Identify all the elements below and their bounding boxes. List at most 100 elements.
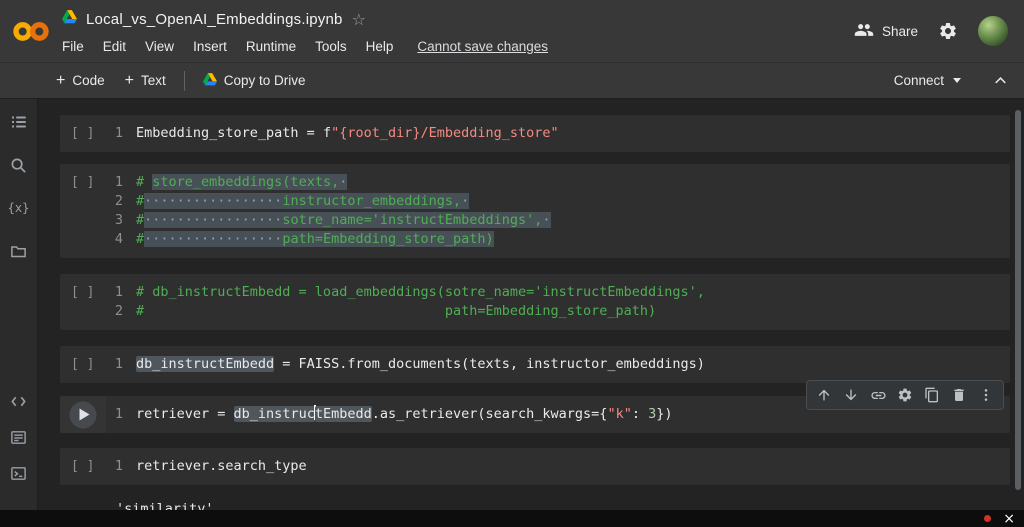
vertical-scrollbar[interactable] xyxy=(1015,110,1021,490)
line-number: 1 xyxy=(106,405,123,424)
cell-editor[interactable]: 1 # store_embeddings(texts,· 2 #···········… xyxy=(106,173,1010,249)
code-cell[interactable]: [ ]1 # db_instructEmbedd = load_embedding… xyxy=(60,274,1010,330)
add-code-button[interactable]: + Code xyxy=(46,69,115,93)
menu-edit[interactable]: Edit xyxy=(103,37,126,56)
menu-view[interactable]: View xyxy=(145,37,174,56)
move-up-icon[interactable] xyxy=(812,383,836,407)
notebook-area: [ ]1Embedding_store_path = f"{root_dir}/… xyxy=(38,99,1024,527)
code-cell[interactable]: [ ]1db_instructEmbedd = FAISS.from_docum… xyxy=(60,346,1010,383)
mirror-cell-icon[interactable] xyxy=(920,383,944,407)
title-block: Local_vs_OpenAI_Embeddings.ipynb ☆ File E… xyxy=(62,0,548,56)
menu-bar: File Edit View Insert Runtime Tools Help Canno… xyxy=(62,37,548,56)
plus-icon: + xyxy=(125,73,134,89)
cell-editor[interactable]: 1retriever.search_type xyxy=(106,457,1010,476)
play-icon xyxy=(80,409,90,421)
line-number: 2 xyxy=(106,192,123,211)
line-number: 1 xyxy=(106,173,123,192)
line-number: 1 xyxy=(106,283,123,302)
link-icon[interactable] xyxy=(866,383,890,407)
move-down-icon[interactable] xyxy=(839,383,863,407)
copy-to-drive-label: Copy to Drive xyxy=(224,73,306,88)
line-number: 1 xyxy=(106,355,123,374)
code-line: 1db_instructEmbedd = FAISS.from_document… xyxy=(106,355,1010,374)
code-text: retriever = db_instructEmbedd.as_retriev… xyxy=(136,405,673,424)
code-line: 1 # store_embeddings(texts,· xyxy=(106,173,1010,192)
colab-logo[interactable] xyxy=(0,0,62,62)
drive-file-icon xyxy=(62,10,77,29)
menu-insert[interactable]: Insert xyxy=(193,37,227,56)
code-snippets-icon[interactable] xyxy=(6,388,32,414)
code-text: # store_embeddings(texts,· xyxy=(136,173,347,192)
cell-list: [ ]1Embedding_store_path = f"{root_dir}/… xyxy=(60,115,1010,519)
command-palette-icon[interactable] xyxy=(6,424,32,450)
copy-to-drive-button[interactable]: Copy to Drive xyxy=(193,69,316,93)
left-sidebar: {x} xyxy=(0,99,38,510)
collapse-header-button[interactable] xyxy=(991,71,1010,90)
code-cell[interactable]: [ ]1Embedding_store_path = f"{root_dir}/… xyxy=(60,115,1010,152)
run-cell-button[interactable] xyxy=(70,401,97,428)
code-text: #·················sotre_name='instructEm… xyxy=(136,211,551,230)
code-cell-active[interactable]: 1 retriever = db_instructEmbedd.as_retrie… xyxy=(60,396,1010,433)
recording-dot-icon xyxy=(984,515,991,522)
cell-gutter: [ ] xyxy=(60,283,106,321)
menu-file[interactable]: File xyxy=(62,37,84,56)
notebook-title[interactable]: Local_vs_OpenAI_Embeddings.ipynb xyxy=(86,11,343,28)
line-number: 1 xyxy=(106,457,123,476)
plus-icon: + xyxy=(56,73,65,89)
code-text: #·················path=Embedding_store_p… xyxy=(136,230,494,249)
caret-down-icon xyxy=(953,78,961,83)
line-number: 4 xyxy=(106,230,123,249)
cell-gutter xyxy=(60,396,106,433)
run-cell-bracket[interactable]: [ ] xyxy=(60,124,106,143)
notebook-toolbar: + Code + Text Copy to Drive Connect xyxy=(0,62,1024,99)
settings-icon[interactable] xyxy=(893,383,917,407)
share-label: Share xyxy=(882,24,918,39)
code-line: 1 # db_instructEmbedd = load_embeddings(s… xyxy=(106,283,1010,302)
menu-tools[interactable]: Tools xyxy=(315,37,347,56)
line-number: 2 xyxy=(106,302,123,321)
files-icon[interactable] xyxy=(6,238,32,264)
code-text: # path=Embedding_store_path) xyxy=(136,302,656,321)
cell-editor[interactable]: 1 # db_instructEmbedd = load_embeddings(s… xyxy=(106,283,1010,321)
table-of-contents-icon[interactable] xyxy=(6,109,32,135)
run-cell-bracket[interactable]: [ ] xyxy=(60,457,106,476)
code-cell[interactable]: [ ]1retriever.search_type xyxy=(60,448,1010,485)
run-cell-bracket[interactable]: [ ] xyxy=(60,355,106,374)
people-icon xyxy=(854,20,874,43)
colab-infinity-icon xyxy=(11,18,51,45)
variables-icon[interactable]: {x} xyxy=(6,195,32,221)
header-actions: Share xyxy=(854,0,1024,62)
delete-icon[interactable] xyxy=(947,383,971,407)
chevron-up-icon xyxy=(991,71,1010,90)
code-line: 1Embedding_store_path = f"{root_dir}/Emb… xyxy=(106,124,1010,143)
share-button[interactable]: Share xyxy=(854,20,918,43)
star-icon[interactable]: ☆ xyxy=(352,10,366,29)
connect-label: Connect xyxy=(894,73,944,88)
code-line: 3 #·················sotre_name='instructE… xyxy=(106,211,1010,230)
search-icon[interactable] xyxy=(6,152,32,178)
user-avatar[interactable] xyxy=(978,16,1008,46)
cell-gutter: [ ] xyxy=(60,457,106,476)
output-panel-bar: × xyxy=(0,510,1024,527)
code-text: # db_instructEmbedd = load_embeddings(so… xyxy=(136,283,705,302)
terminal-icon[interactable] xyxy=(6,460,32,486)
code-line: 2 # path=Embedding_store_path) xyxy=(106,302,1010,321)
menu-help[interactable]: Help xyxy=(366,37,394,56)
cell-toolbar xyxy=(806,380,1004,410)
more-icon[interactable] xyxy=(974,383,998,407)
add-text-button[interactable]: + Text xyxy=(115,69,176,93)
run-cell-bracket[interactable]: [ ] xyxy=(60,283,106,302)
settings-gear-icon[interactable] xyxy=(938,21,958,41)
app-header: Local_vs_OpenAI_Embeddings.ipynb ☆ File E… xyxy=(0,0,1024,62)
cell-gutter: [ ] xyxy=(60,173,106,249)
save-status-link[interactable]: Cannot save changes xyxy=(417,39,548,54)
close-icon[interactable]: × xyxy=(1003,512,1015,526)
cell-editor[interactable]: 1Embedding_store_path = f"{root_dir}/Emb… xyxy=(106,124,1010,143)
add-text-label: Text xyxy=(141,73,166,88)
menu-runtime[interactable]: Runtime xyxy=(246,37,296,56)
code-cell[interactable]: [ ]1 # store_embeddings(texts,· 2 #········… xyxy=(60,164,1010,258)
line-number: 3 xyxy=(106,211,123,230)
cell-editor[interactable]: 1db_instructEmbedd = FAISS.from_document… xyxy=(106,355,1010,374)
connect-button[interactable]: Connect xyxy=(886,69,969,92)
run-cell-bracket[interactable]: [ ] xyxy=(60,173,106,192)
